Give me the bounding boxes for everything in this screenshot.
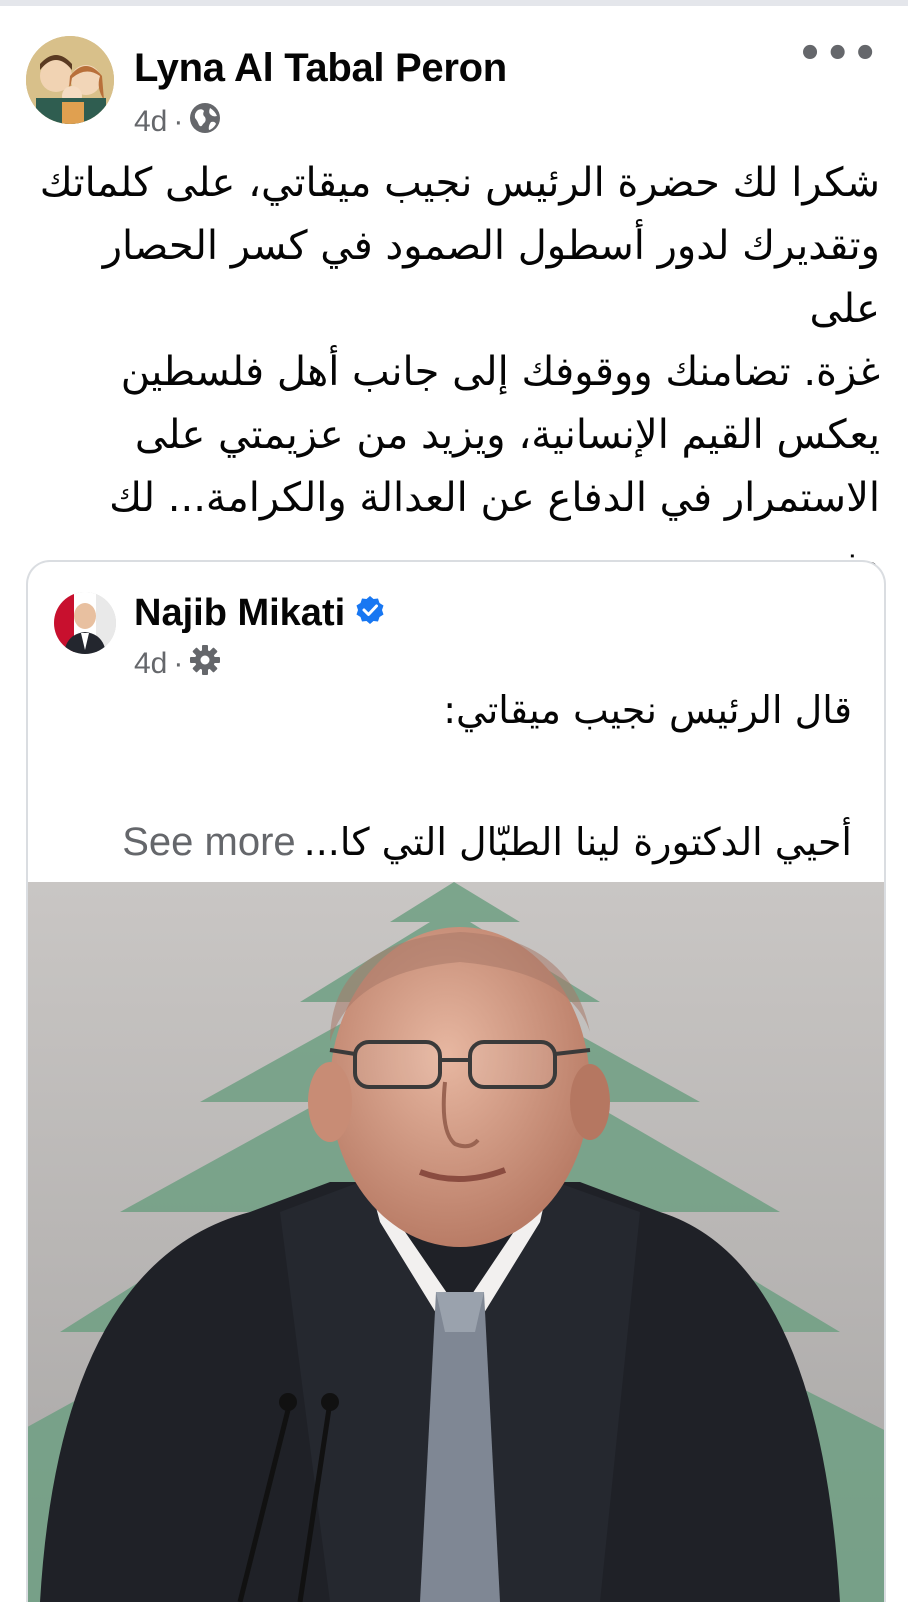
author-avatar[interactable] bbox=[26, 36, 114, 124]
verified-badge-icon bbox=[355, 592, 385, 635]
shared-meta-separator: · bbox=[173, 647, 184, 680]
see-more-link[interactable]: See more bbox=[122, 820, 295, 864]
shared-post-time[interactable]: 4d bbox=[134, 647, 167, 681]
top-divider bbox=[0, 0, 908, 6]
shared-text-truncated: أحيي الدكتورة لينا الطبّال التي كا... bbox=[303, 820, 852, 864]
globe-icon bbox=[189, 102, 221, 142]
ellipsis-icon[interactable]: ••• bbox=[797, 34, 880, 74]
author-name[interactable]: Lyna Al Tabal Peron bbox=[134, 46, 507, 91]
shared-post-card[interactable]: Najib Mikati 4d · قال الرئيس نجيب ميقاتي… bbox=[26, 560, 886, 1602]
shared-post-photo[interactable] bbox=[28, 882, 884, 1602]
shared-author-label[interactable]: Najib Mikati bbox=[134, 592, 345, 635]
shared-author-avatar[interactable] bbox=[54, 592, 116, 654]
gear-icon bbox=[189, 644, 221, 684]
shared-author-name[interactable]: Najib Mikati bbox=[134, 592, 385, 635]
shared-text-line-1: قال الرئيس نجيب ميقاتي: bbox=[443, 688, 852, 732]
post-meta: 4d · bbox=[134, 102, 221, 142]
post-header: Lyna Al Tabal Peron 4d · ••• bbox=[26, 34, 886, 138]
post-time[interactable]: 4d bbox=[134, 105, 167, 139]
shared-text-line-2: أحيي الدكتورة لينا الطبّال التي كا...See… bbox=[122, 820, 852, 865]
meta-separator: · bbox=[173, 105, 184, 138]
shared-post-meta: 4d · bbox=[134, 644, 221, 684]
shared-post-header: Najib Mikati 4d · bbox=[54, 586, 854, 680]
